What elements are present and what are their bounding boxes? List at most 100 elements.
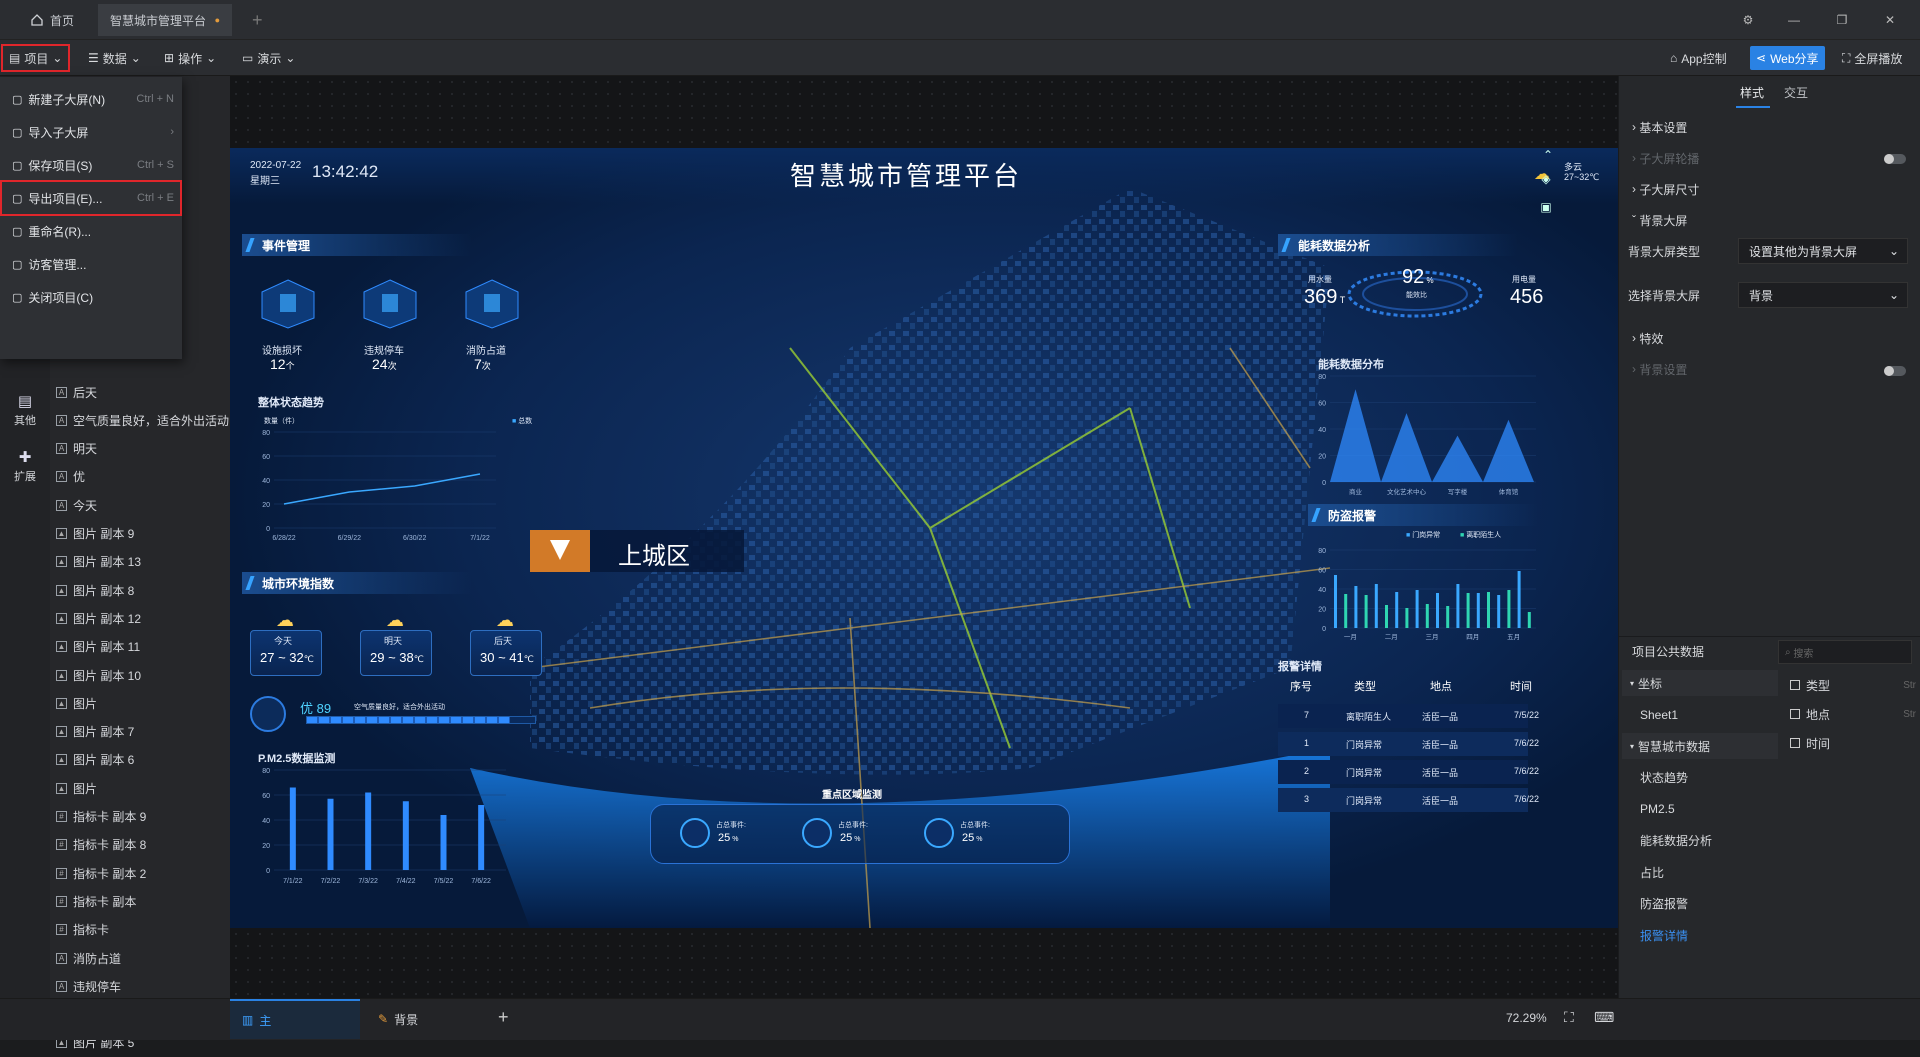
section-carousel[interactable]: › 子大屏轮播 bbox=[1632, 145, 1699, 171]
tree-node[interactable]: 报警详情 bbox=[1622, 922, 1778, 948]
bg-select[interactable]: 背景 ⌄ bbox=[1738, 282, 1908, 308]
menu-item-visitor[interactable]: ▢ 访客管理... bbox=[0, 246, 182, 282]
menu-operate[interactable]: ⊞ 操作 ⌄ bbox=[158, 46, 222, 70]
data-search-input[interactable]: ⌕ 搜索 bbox=[1778, 640, 1912, 664]
dashboard-screen[interactable]: 2022-07-22 星期三 13:42:42 智慧城市管理平台 ☁ 多云 27… bbox=[230, 148, 1618, 928]
table-row[interactable] bbox=[1278, 704, 1528, 728]
section-bg-settings[interactable]: › 背景设置 bbox=[1632, 356, 1687, 382]
field-item[interactable]: 时间 bbox=[1790, 732, 1916, 754]
layer-item[interactable]: A 消防占道 bbox=[56, 944, 121, 972]
tree-node[interactable]: ▾ 智慧城市数据 bbox=[1622, 733, 1778, 759]
table-row[interactable] bbox=[1278, 788, 1528, 812]
layer-item[interactable]: A 今天 bbox=[56, 491, 97, 519]
bg-type-select[interactable]: 设置其他为背景大屏 ⌄ bbox=[1738, 238, 1908, 264]
layer-item[interactable]: A优 bbox=[56, 463, 85, 491]
menu-item-close[interactable]: ▢ 关闭项目(C) bbox=[0, 279, 182, 315]
menu-item-new[interactable]: ▢ 新建子大屏(N) Ctrl + N bbox=[0, 81, 182, 117]
rail-extend-label: 扩展 bbox=[14, 471, 36, 483]
rail-extend[interactable]: ✚ 扩展 bbox=[12, 448, 38, 484]
screen-tab-bg[interactable]: ✎ 背景 bbox=[368, 999, 478, 1039]
menu-data[interactable]: ☰ 数据 ⌄ bbox=[82, 46, 147, 70]
bar bbox=[289, 787, 296, 870]
tab-style[interactable]: 样式 bbox=[1740, 84, 1764, 101]
minimize-icon[interactable]: — bbox=[1782, 8, 1806, 32]
detail-title: 报警详情 bbox=[1278, 661, 1322, 673]
table-row[interactable] bbox=[1278, 732, 1528, 756]
checkbox-icon[interactable] bbox=[1790, 709, 1800, 719]
tree-node[interactable]: ▾ 坐标 bbox=[1622, 670, 1778, 696]
carousel-toggle[interactable] bbox=[1884, 154, 1906, 164]
web-share-button[interactable]: ⋖ Web分享 bbox=[1750, 46, 1825, 70]
rail-other[interactable]: ▤ 其他 bbox=[12, 392, 38, 428]
layer-item[interactable]: # 指标卡 bbox=[56, 916, 109, 944]
layer-item[interactable]: # 指标卡 副本 bbox=[56, 887, 136, 915]
table-header-cell: 序号 bbox=[1290, 681, 1312, 693]
table-header-cell: 地点 bbox=[1430, 681, 1452, 693]
alarm-legend-1: ■ 门岗异常 bbox=[1406, 532, 1441, 539]
image-icon[interactable]: ▣ bbox=[1536, 200, 1556, 220]
fullscreen-button[interactable]: ⛶ 全屏播放 bbox=[1836, 46, 1908, 70]
tree-node[interactable]: PM2.5 bbox=[1622, 796, 1778, 822]
checkbox-icon[interactable] bbox=[1790, 680, 1800, 690]
restore-icon[interactable]: ❐ bbox=[1830, 8, 1854, 32]
tree-node[interactable]: 防盗报警 bbox=[1622, 891, 1778, 917]
layers-toggle-icon[interactable]: ◈ bbox=[1536, 172, 1556, 192]
collapse-icon[interactable]: ⌃ bbox=[1538, 148, 1558, 168]
section-effects[interactable]: › 特效 bbox=[1632, 325, 1663, 351]
layer-item[interactable]: A 空气质量良好，适合外出活动 bbox=[56, 406, 229, 434]
layer-item[interactable]: ▲ 图片 副本 7 bbox=[56, 718, 134, 746]
checkbox-icon[interactable] bbox=[1790, 738, 1800, 748]
menu-demo[interactable]: ▭ 演示 ⌄ bbox=[236, 46, 301, 70]
layer-item[interactable]: A 违规停车 bbox=[56, 972, 121, 1000]
new-tab-button[interactable]: + bbox=[240, 4, 275, 36]
layer-item[interactable]: ▲ 图片 副本 10 bbox=[56, 661, 141, 689]
y-tick-label: 0 bbox=[1322, 480, 1326, 487]
grid-icon: ⊞ bbox=[164, 51, 175, 65]
layer-item[interactable]: A 后天 bbox=[56, 378, 97, 406]
field-item[interactable]: 地点 Str bbox=[1790, 703, 1916, 725]
bar bbox=[1385, 605, 1388, 628]
layer-item[interactable]: # 指标卡 副本 2 bbox=[56, 859, 146, 887]
layer-item[interactable]: ▲ 图片 副本 11 bbox=[56, 633, 140, 661]
table-cell: 活臣一品 bbox=[1422, 712, 1459, 722]
tree-node[interactable]: 占比 bbox=[1622, 859, 1778, 885]
event-label: 设施损坏 bbox=[262, 346, 302, 357]
tree-node[interactable]: 能耗数据分析 bbox=[1622, 828, 1778, 854]
tree-node[interactable]: 状态趋势 bbox=[1622, 765, 1778, 791]
close-icon[interactable]: ✕ bbox=[1878, 8, 1902, 32]
layer-item[interactable]: # 指标卡 副本 8 bbox=[56, 831, 146, 859]
section-size[interactable]: › 子大屏尺寸 bbox=[1632, 176, 1699, 202]
layer-item[interactable]: ▲ 图片 副本 6 bbox=[56, 746, 134, 774]
layer-item[interactable]: ▲ 图片 bbox=[56, 774, 97, 802]
table-row[interactable] bbox=[1278, 760, 1528, 784]
layer-item[interactable]: ▲ 图片 副本 13 bbox=[56, 548, 141, 576]
app-control-button[interactable]: ⌂ App控制 bbox=[1664, 46, 1733, 70]
menu-project[interactable]: ▤ 项目 ⌄ bbox=[0, 44, 71, 72]
menu-item-label: 保存项目(S) bbox=[28, 158, 93, 173]
keyboard-icon[interactable]: ⌨ bbox=[1594, 1009, 1614, 1026]
field-item[interactable]: 类型 Str bbox=[1790, 674, 1916, 696]
layer-item[interactable]: ▲ 图片 副本 8 bbox=[56, 576, 134, 604]
menu-item-import[interactable]: ▢ 导入子大屏 › bbox=[0, 114, 182, 150]
layer-item[interactable]: ▲ 图片 bbox=[56, 689, 97, 717]
section-bg[interactable]: ˇ 背景大屏 bbox=[1632, 207, 1687, 233]
fit-screen-icon[interactable]: ⛶ bbox=[1564, 1009, 1574, 1026]
tab-interaction[interactable]: 交互 bbox=[1784, 84, 1808, 101]
layer-item[interactable]: # 指标卡 副本 9 bbox=[56, 803, 146, 831]
screen-tab-main[interactable]: ▥ 主 bbox=[230, 999, 360, 1039]
tab-home[interactable]: 首页 bbox=[18, 4, 86, 36]
bg-settings-toggle[interactable] bbox=[1884, 366, 1906, 376]
settings-icon[interactable]: ⚙ bbox=[1736, 8, 1760, 32]
tree-node[interactable]: Sheet1 bbox=[1622, 702, 1778, 728]
public-data-title: 项目公共数据 bbox=[1632, 644, 1705, 659]
menu-item-rename[interactable]: ▢ 重命名(R)... bbox=[0, 213, 182, 249]
layer-item[interactable]: A 明天 bbox=[56, 435, 97, 463]
tab-project[interactable]: 智慧城市管理平台 ● bbox=[98, 4, 232, 36]
menu-item-export[interactable]: ▢ 导出项目(E)... Ctrl + E bbox=[0, 180, 182, 216]
section-basic[interactable]: › 基本设置 bbox=[1632, 114, 1687, 140]
layer-item[interactable]: ▲ 图片 副本 12 bbox=[56, 604, 141, 632]
menu-item-save[interactable]: ▢ 保存项目(S) Ctrl + S bbox=[0, 147, 182, 183]
add-screen-button[interactable]: + bbox=[498, 1007, 509, 1028]
dash-date: 2022-07-22 bbox=[250, 160, 302, 171]
layer-item[interactable]: ▲ 图片 副本 9 bbox=[56, 520, 134, 548]
